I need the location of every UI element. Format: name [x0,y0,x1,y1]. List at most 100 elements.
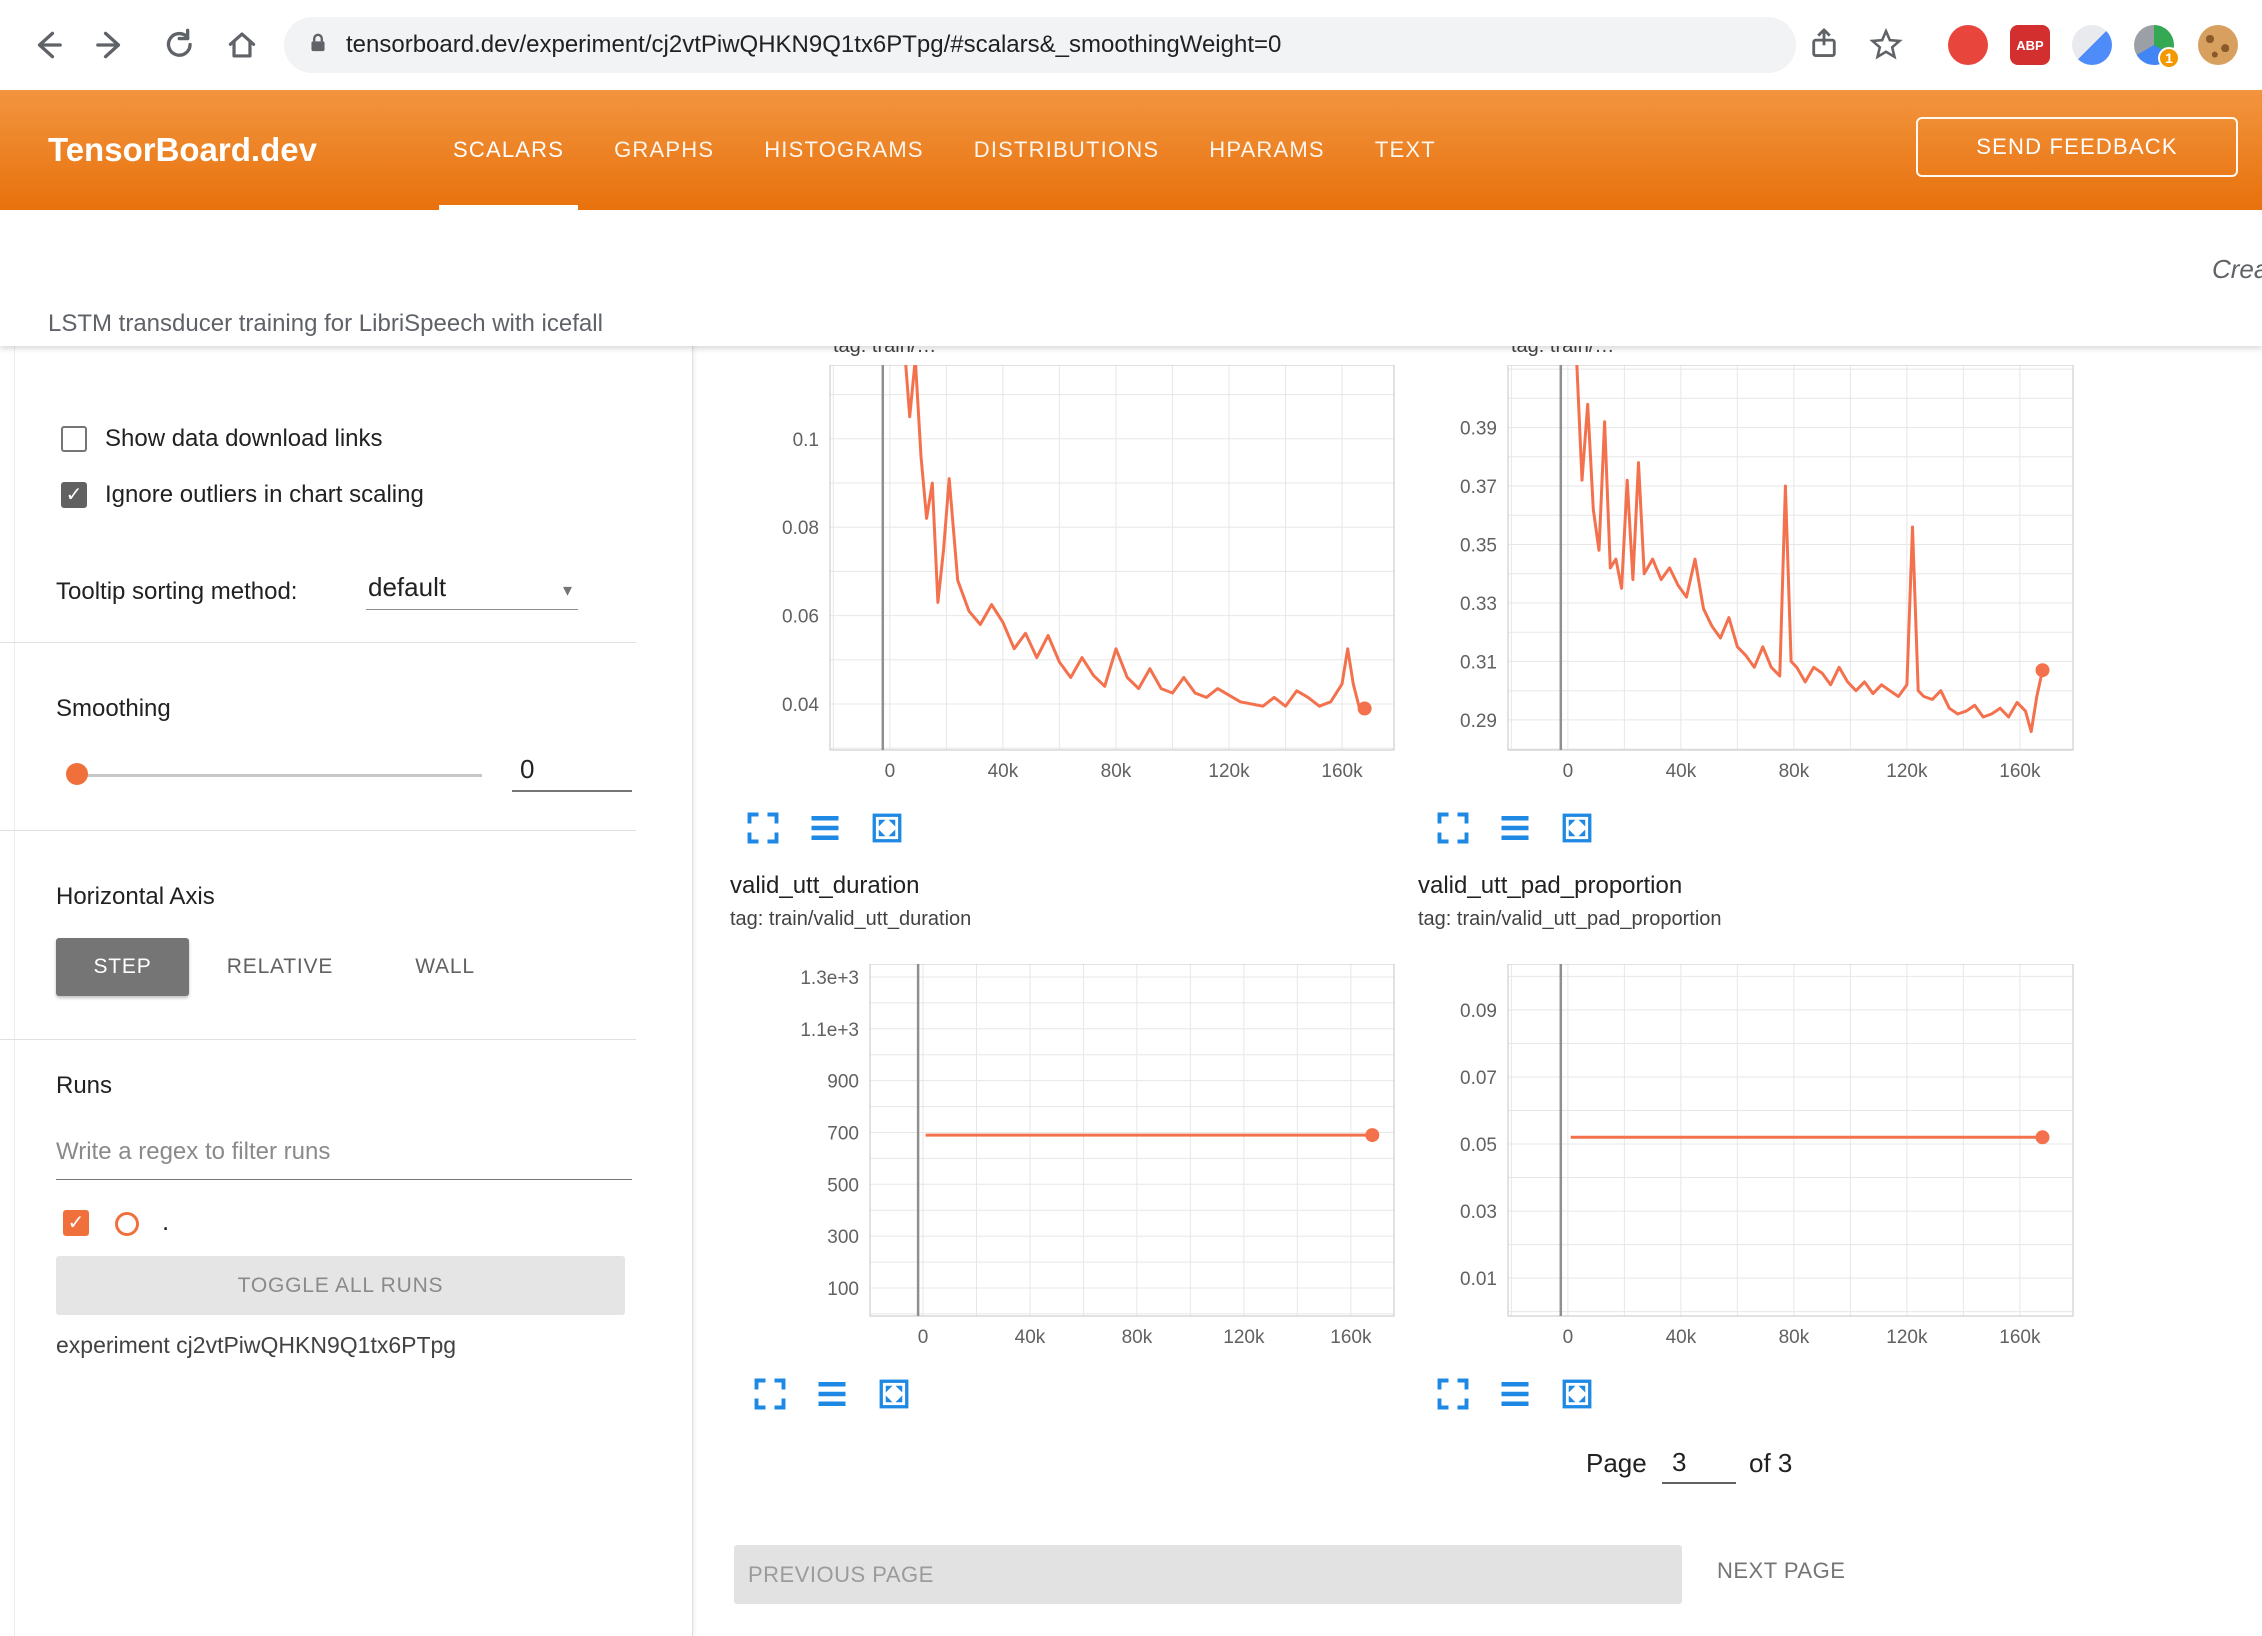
url-bar[interactable]: tensorboard.dev/experiment/cj2vtPiwQHKN9… [284,17,1796,73]
run-checkbox[interactable]: ✓ [63,1210,89,1236]
fit-domain-icon[interactable] [876,1376,912,1412]
svg-text:0: 0 [1563,761,1574,782]
axis-step-button[interactable]: STEP [56,938,189,996]
svg-text:40k: 40k [1015,1327,1046,1348]
chart-plot-bottom-right[interactable]: 040k80k120k160k0.010.030.050.070.09 [1438,964,2083,1356]
smoothing-label: Smoothing [56,695,171,723]
axis-relative-button[interactable]: RELATIVE [200,938,360,996]
svg-text:300: 300 [827,1227,859,1248]
svg-text:0.03: 0.03 [1460,1202,1497,1223]
svg-text:40k: 40k [1666,761,1697,782]
send-feedback-button[interactable]: SEND FEEDBACK [1916,117,2238,177]
share-icon[interactable] [1806,26,1842,67]
svg-text:0.07: 0.07 [1460,1068,1497,1089]
check-icon: ✓ [68,1213,85,1233]
tab-graphs[interactable]: GRAPHS [598,90,730,210]
page-number-input[interactable] [1662,1442,1736,1484]
chart-title: valid_utt_pad_proportion [1418,872,1682,900]
svg-text:0.09: 0.09 [1460,1001,1497,1022]
svg-text:120k: 120k [1886,761,1928,782]
experiment-id-label: experiment cj2vtPiwQHKN9Q1tx6PTpg [56,1332,456,1359]
back-icon[interactable] [28,27,64,68]
fit-domain-icon[interactable] [1559,1376,1595,1412]
settings-sidebar: Show data download links ✓ Ignore outlie… [0,346,693,1636]
svg-text:0.37: 0.37 [1460,477,1497,498]
svg-text:120k: 120k [1223,1327,1265,1348]
run-table-icon[interactable] [1497,810,1533,846]
divider [0,830,636,831]
tab-hparams[interactable]: HPARAMS [1193,90,1341,210]
smoothing-slider-thumb[interactable] [66,763,88,785]
chevron-down-icon: ▾ [563,580,572,601]
tab-text[interactable]: TEXT [1359,90,1452,210]
axis-wall-button[interactable]: WALL [385,938,505,996]
divider [0,1039,636,1040]
smoothing-slider-track[interactable] [80,774,482,777]
fit-domain-icon[interactable] [1559,810,1595,846]
profile-avatar[interactable]: 1 [2134,25,2174,65]
expand-chart-icon[interactable] [745,810,781,846]
svg-text:0: 0 [918,1327,929,1348]
svg-text:160k: 160k [1999,1327,2041,1348]
extension-abp-icon[interactable]: ABP [2010,25,2050,65]
svg-text:500: 500 [827,1175,859,1196]
svg-text:0.06: 0.06 [782,607,819,628]
reload-icon[interactable] [160,27,196,68]
svg-text:0.05: 0.05 [1460,1135,1497,1156]
show-download-checkbox[interactable] [61,426,87,452]
cookie-icon[interactable] [2198,25,2238,65]
extension-blue-icon[interactable] [2072,25,2112,65]
next-page-button[interactable]: NEXT PAGE [1717,1558,1845,1584]
smoothing-value-input[interactable] [512,748,632,792]
created-text-clipped: Crea [2212,254,2262,285]
expand-chart-icon[interactable] [1435,1376,1471,1412]
svg-text:0.29: 0.29 [1460,711,1497,732]
tooltip-sorting-label: Tooltip sorting method: [56,578,297,606]
svg-text:120k: 120k [1886,1327,1928,1348]
svg-text:900: 900 [827,1072,859,1093]
subheader: Crea LSTM transducer training for LibriS… [0,210,2262,346]
ignore-outliers-checkbox[interactable]: ✓ [61,482,87,508]
svg-text:1.1e+3: 1.1e+3 [800,1020,859,1041]
tab-scalars[interactable]: SCALARS [437,90,580,210]
svg-text:0: 0 [1563,1327,1574,1348]
svg-text:1.3e+3: 1.3e+3 [800,968,859,989]
chart-tag-clipped: tag: train/… [833,346,936,358]
run-table-icon[interactable] [807,810,843,846]
run-color-swatch[interactable] [115,1212,139,1236]
run-name: . [162,1206,169,1237]
run-table-icon[interactable] [1497,1376,1533,1412]
bookmark-star-icon[interactable] [1868,26,1904,67]
chart-toolbar [745,810,905,846]
chart-title: valid_utt_duration [730,872,919,900]
svg-text:0.35: 0.35 [1460,536,1497,557]
tab-distributions[interactable]: DISTRIBUTIONS [958,90,1176,210]
expand-chart-icon[interactable] [1435,810,1471,846]
svg-text:0: 0 [885,761,896,782]
run-table-icon[interactable] [814,1376,850,1412]
svg-text:100: 100 [827,1279,859,1300]
chart-plot-bottom-left[interactable]: 040k80k120k160k1003005007009001.1e+31.3e… [800,964,1404,1356]
fit-domain-icon[interactable] [869,810,905,846]
toggle-all-runs-button[interactable]: TOGGLE ALL RUNS [56,1256,625,1315]
tab-histograms[interactable]: HISTOGRAMS [748,90,940,210]
tooltip-sorting-value: default [368,572,446,603]
home-icon[interactable] [224,27,260,68]
run-filter-input[interactable] [56,1124,632,1180]
svg-text:120k: 120k [1208,761,1250,782]
browser-toolbar: tensorboard.dev/experiment/cj2vtPiwQHKN9… [0,0,2262,90]
app-header: TensorBoard.dev SCALARS GRAPHS HISTOGRAM… [0,90,2262,210]
app-logo[interactable]: TensorBoard.dev [48,90,317,210]
forward-icon[interactable] [94,27,130,68]
ignore-outliers-label: Ignore outliers in chart scaling [105,481,424,509]
runs-label: Runs [56,1072,112,1100]
extension-red-icon[interactable] [1948,25,1988,65]
chart-toolbar [752,1376,912,1412]
chart-plot-top-right[interactable]: 040k80k120k160k0.290.310.330.350.370.39 [1438,365,2083,790]
chart-plot-top-left[interactable]: 040k80k120k160k0.040.060.080.1 [760,365,1404,790]
previous-page-button[interactable]: PREVIOUS PAGE [734,1545,1682,1604]
tooltip-sorting-select[interactable]: default ▾ [366,568,578,610]
svg-text:0.1: 0.1 [793,430,819,451]
svg-text:80k: 80k [1101,761,1132,782]
expand-chart-icon[interactable] [752,1376,788,1412]
